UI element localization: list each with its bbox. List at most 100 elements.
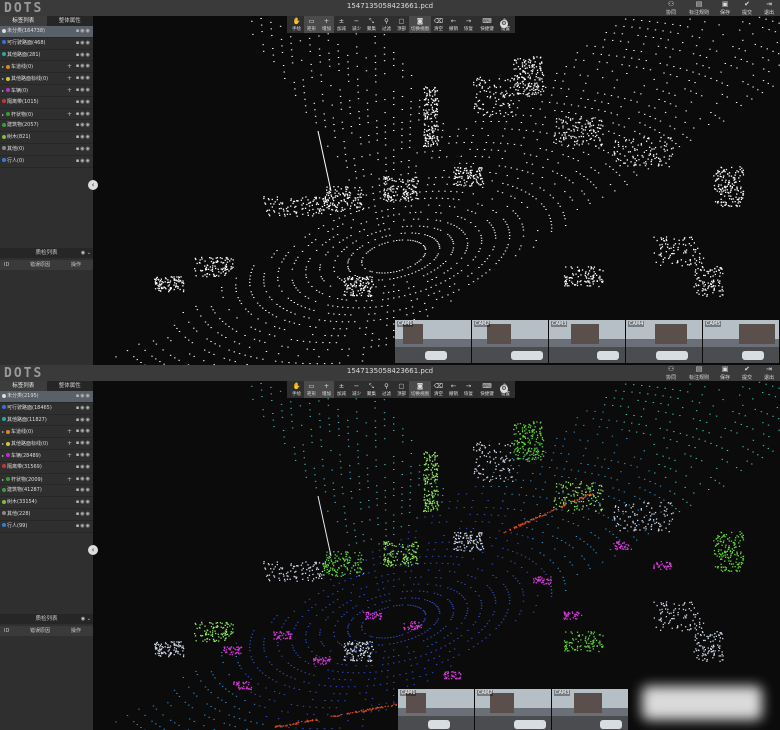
label-row[interactable]: 可行驶路面(468) ▪◉◉ bbox=[0, 38, 93, 50]
label-row[interactable]: ▸ 杆状物(2009) + ▪◉◉ bbox=[0, 474, 93, 486]
add-instance-icon[interactable]: + bbox=[67, 474, 72, 486]
camera-thumbnail[interactable]: CAM1 bbox=[395, 320, 471, 363]
tool-camera[interactable]: ◙ 切换视图 bbox=[409, 381, 431, 398]
add-instance-icon[interactable]: + bbox=[67, 73, 72, 85]
tab-label-list[interactable]: 标签列表 bbox=[0, 381, 47, 391]
visibility-icon[interactable]: ◉ bbox=[86, 511, 91, 517]
label-row[interactable]: ▸ 车辆(0) + ▪◉◉ bbox=[0, 85, 93, 97]
point-cloud-viewport[interactable] bbox=[93, 16, 780, 365]
label-row[interactable]: ▸ 车辆(28489) + ▪◉◉ bbox=[0, 450, 93, 462]
camera-thumbnail[interactable]: CAM5 bbox=[703, 320, 779, 363]
label-row[interactable]: 隔离带(31569) ▪◉◉ bbox=[0, 462, 93, 474]
tool-filter[interactable]: ⚲ 过滤 bbox=[379, 16, 394, 33]
tool-keyboard[interactable]: ⌨ 快捷键 bbox=[476, 16, 498, 33]
add-instance-icon[interactable]: + bbox=[67, 426, 72, 438]
collapse-sidebar-button[interactable]: ‹ bbox=[88, 180, 98, 190]
visibility-icon[interactable]: ◉ bbox=[86, 87, 91, 93]
tool-undo[interactable]: ← 撤销 bbox=[446, 16, 461, 33]
label-row[interactable]: 树木(821) ▪◉◉ bbox=[0, 132, 93, 144]
add-instance-icon[interactable]: + bbox=[67, 61, 72, 73]
submit-button[interactable]: ✔ 提交 bbox=[736, 0, 758, 16]
visibility-icon[interactable]: ◉ bbox=[86, 134, 91, 140]
add-instance-icon[interactable]: + bbox=[67, 450, 72, 462]
camera-thumbnail[interactable]: CAM4 bbox=[626, 320, 702, 363]
exit-button[interactable]: ⇥ 退出 bbox=[758, 365, 780, 381]
label-row[interactable]: ▸ 车道线(0) + ▪◉◉ bbox=[0, 426, 93, 439]
label-row[interactable]: 行人(99) ▪◉◉ bbox=[0, 521, 93, 533]
visibility-icon[interactable]: ◉ bbox=[86, 464, 91, 470]
visibility-icon[interactable]: ◉ bbox=[86, 417, 91, 423]
qc-list-controls[interactable]: ◉ ⌄ bbox=[81, 614, 91, 624]
collapse-sidebar-button[interactable]: ‹ bbox=[88, 545, 98, 555]
tool-undo[interactable]: ← 撤销 bbox=[446, 381, 461, 398]
camera-thumbnail[interactable]: CAM3 bbox=[549, 320, 625, 363]
qc-list-controls[interactable]: ◉ ⌄ bbox=[81, 248, 91, 258]
submit-button[interactable]: ✔ 提交 bbox=[736, 365, 758, 381]
visibility-icon[interactable]: ◉ bbox=[86, 99, 91, 105]
tool-keyboard[interactable]: ⌨ 快捷键 bbox=[476, 381, 498, 398]
visibility-icon[interactable]: ◉ bbox=[86, 393, 91, 399]
label-row[interactable]: 其他(0) ▪◉◉ bbox=[0, 144, 93, 156]
tab-global-attributes[interactable]: 整体属性 bbox=[46, 381, 93, 391]
eye-icon[interactable]: ◉ bbox=[81, 250, 85, 256]
tool-minus[interactable]: − 减少 bbox=[349, 381, 364, 398]
tool-redo[interactable]: → 恢复 bbox=[461, 16, 476, 33]
tool-camera[interactable]: ◙ 切换视图 bbox=[409, 16, 431, 33]
tool-top-view[interactable]: ▢ 顶部 bbox=[394, 381, 409, 398]
label-row[interactable]: 未分类(164738) ▪◉◉ bbox=[0, 26, 93, 38]
camera-thumbnail[interactable]: CAM1 bbox=[398, 689, 474, 730]
visibility-icon[interactable]: ◉ bbox=[86, 75, 91, 81]
label-row[interactable]: ▸ 其他路面标线(0) + ▪◉◉ bbox=[0, 438, 93, 450]
collaborate-button[interactable]: ⚇ 协同 bbox=[658, 365, 684, 381]
camera-thumbnail[interactable]: CAM2 bbox=[472, 320, 548, 363]
visibility-icon[interactable]: ◉ bbox=[86, 499, 91, 505]
label-row[interactable]: 树木(33154) ▪◉◉ bbox=[0, 497, 93, 509]
camera-thumbnail[interactable]: CAM3 bbox=[552, 689, 628, 730]
visibility-icon[interactable]: ◉ bbox=[86, 28, 91, 34]
tool-top-view[interactable]: ▢ 顶部 bbox=[394, 16, 409, 33]
tool-hand[interactable]: ✋ 手绘 bbox=[289, 16, 304, 33]
add-instance-icon[interactable]: + bbox=[67, 109, 72, 121]
info-icon[interactable]: ⚙ bbox=[500, 385, 508, 393]
add-instance-icon[interactable]: + bbox=[67, 438, 72, 450]
tool-clear[interactable]: ⌫ 清空 bbox=[431, 381, 446, 398]
label-row[interactable]: 建筑物(2057) ▪◉◉ bbox=[0, 120, 93, 133]
rules-button[interactable]: ▤ 标注规则 bbox=[684, 0, 714, 16]
tool-redo[interactable]: → 恢复 bbox=[461, 381, 476, 398]
label-row[interactable]: 其他路面(11827) ▪◉◉ bbox=[0, 415, 93, 427]
point-cloud-viewport[interactable] bbox=[93, 381, 780, 730]
label-row[interactable]: ▸ 车道线(0) + ▪◉◉ bbox=[0, 61, 93, 74]
chevron-down-icon[interactable]: ⌄ bbox=[87, 250, 91, 256]
tool-rectangle[interactable]: ▭ 矩形 bbox=[304, 381, 319, 398]
collaborate-button[interactable]: ⚇ 协同 bbox=[658, 0, 684, 16]
tool-clear[interactable]: ⌫ 清空 bbox=[431, 16, 446, 33]
visibility-icon[interactable]: ◉ bbox=[86, 122, 91, 128]
visibility-icon[interactable]: ◉ bbox=[86, 428, 91, 434]
visibility-icon[interactable]: ◉ bbox=[86, 40, 91, 46]
label-row[interactable]: 未分类(2195) ▪◉◉ bbox=[0, 391, 93, 403]
visibility-icon[interactable]: ◉ bbox=[86, 452, 91, 458]
visibility-icon[interactable]: ◉ bbox=[86, 52, 91, 58]
tool-plus-minus[interactable]: ± 加减 bbox=[334, 16, 349, 33]
visibility-icon[interactable]: ◉ bbox=[86, 440, 91, 446]
exit-button[interactable]: ⇥ 退出 bbox=[758, 0, 780, 16]
tab-global-attributes[interactable]: 整体属性 bbox=[46, 16, 93, 26]
label-row[interactable]: 其他路面(281) ▪◉◉ bbox=[0, 50, 93, 62]
save-button[interactable]: ▣ 保存 bbox=[714, 365, 736, 381]
label-row[interactable]: ▸ 其他路面标线(0) + ▪◉◉ bbox=[0, 73, 93, 85]
label-row[interactable]: 建筑物(41287) ▪◉◉ bbox=[0, 485, 93, 498]
save-button[interactable]: ▣ 保存 bbox=[714, 0, 736, 16]
label-row[interactable]: ▸ 杆状物(0) + ▪◉◉ bbox=[0, 109, 93, 121]
label-row[interactable]: 可行驶路面(18465) ▪◉◉ bbox=[0, 403, 93, 415]
visibility-icon[interactable]: ◉ bbox=[86, 487, 91, 493]
tool-plus[interactable]: + 增加 bbox=[319, 16, 334, 33]
visibility-icon[interactable]: ◉ bbox=[86, 405, 91, 411]
tab-label-list[interactable]: 标签列表 bbox=[0, 16, 47, 26]
tool-plus-minus[interactable]: ± 加减 bbox=[334, 381, 349, 398]
visibility-icon[interactable]: ◉ bbox=[86, 476, 91, 482]
camera-thumbnail[interactable]: CAM2 bbox=[475, 689, 551, 730]
visibility-icon[interactable]: ◉ bbox=[86, 523, 91, 529]
visibility-icon[interactable]: ◉ bbox=[86, 158, 91, 164]
label-row[interactable]: 其他(228) ▪◉◉ bbox=[0, 509, 93, 521]
chevron-down-icon[interactable]: ⌄ bbox=[87, 616, 91, 622]
